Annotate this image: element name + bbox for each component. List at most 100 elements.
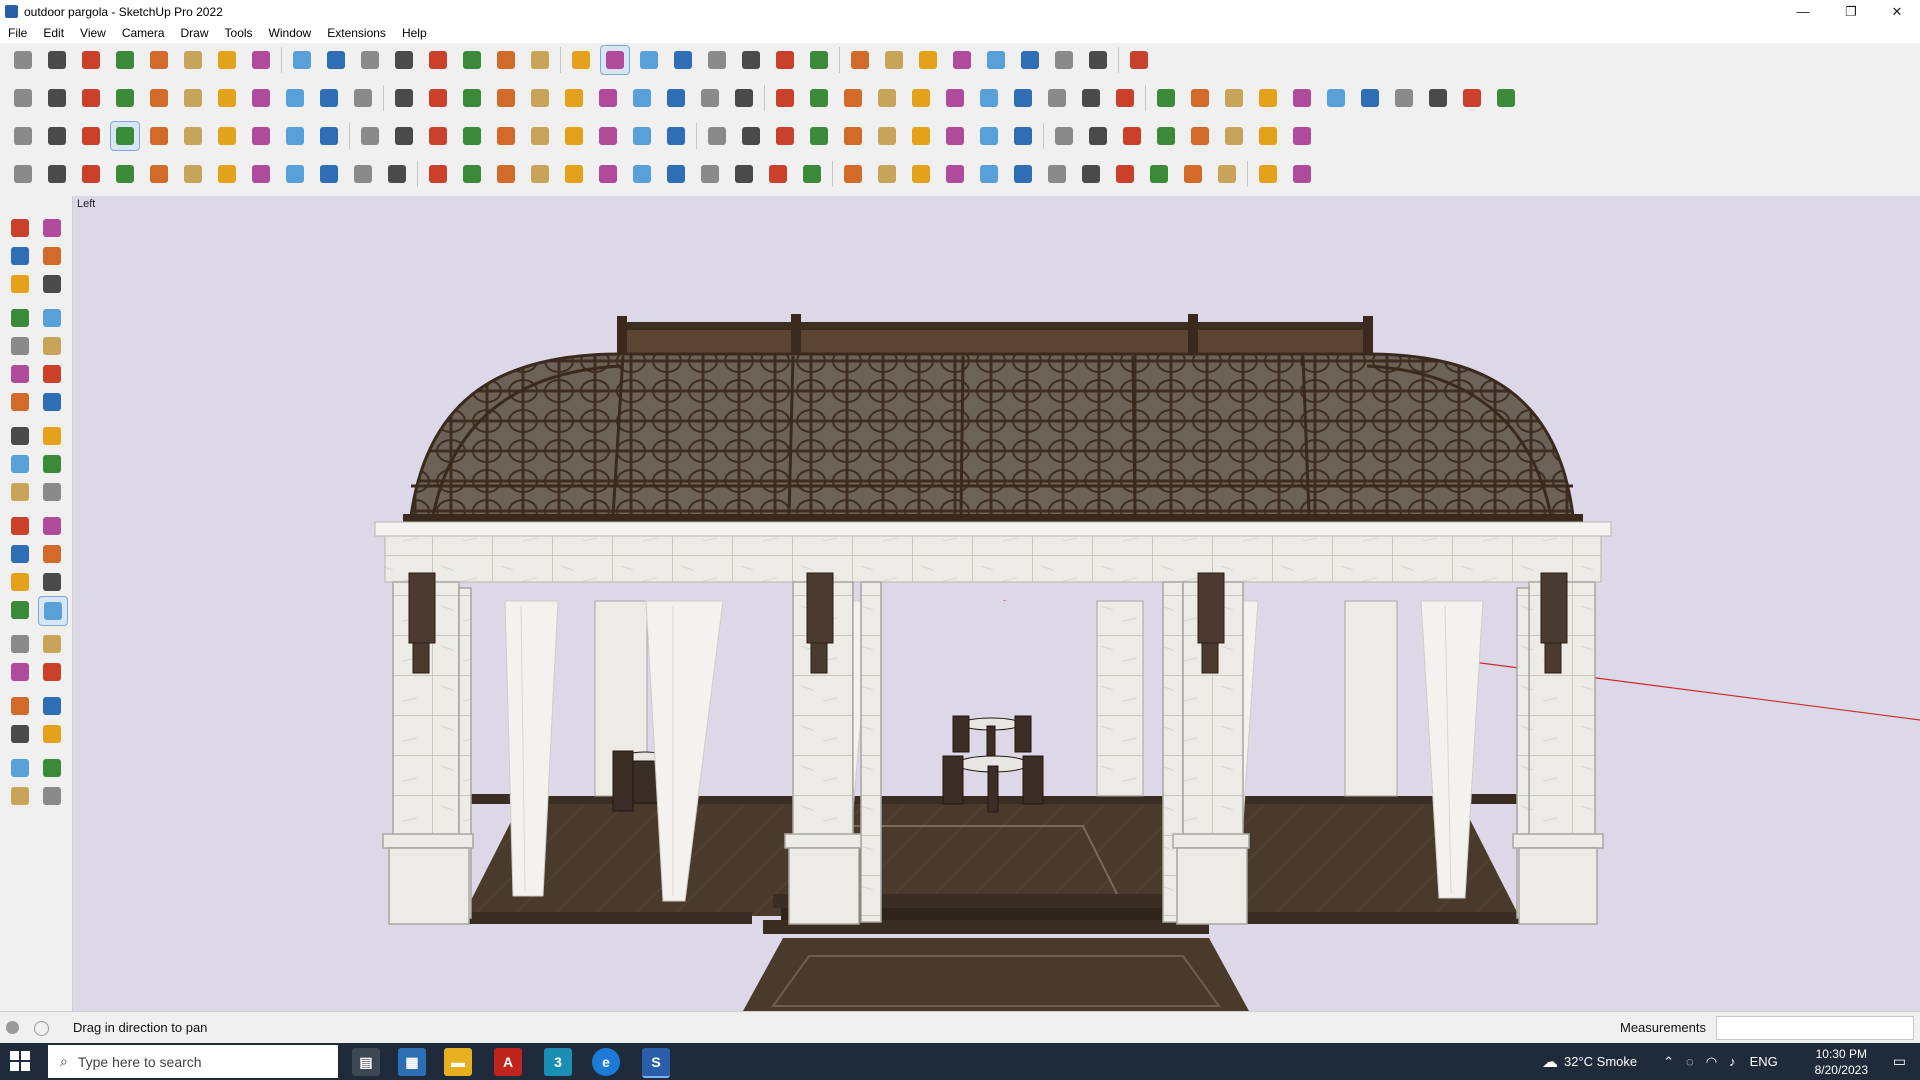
row1-tool-button-icon[interactable] — [355, 45, 385, 75]
row4-tool-button-icon[interactable] — [348, 159, 378, 189]
row4-tool-button-icon[interactable] — [940, 159, 970, 189]
geo-location-icon[interactable] — [6, 1021, 19, 1034]
left-tool-button-icon[interactable] — [6, 512, 34, 540]
row3-tool-button-icon[interactable] — [1253, 121, 1283, 151]
row3-tool-button-icon[interactable] — [974, 121, 1004, 151]
row4-tool-button-icon[interactable] — [423, 159, 453, 189]
row3-tool-button-icon[interactable] — [1151, 121, 1181, 151]
row1-tool-button-icon[interactable] — [566, 45, 596, 75]
row2-tool-button-icon[interactable] — [559, 83, 589, 113]
task-view-icon[interactable]: ▤ — [352, 1048, 380, 1076]
row4-tool-button-icon[interactable] — [661, 159, 691, 189]
row2-tool-button-icon[interactable] — [1321, 83, 1351, 113]
row4-tool-button-icon[interactable] — [838, 159, 868, 189]
row1-tool-button-icon[interactable] — [287, 45, 317, 75]
tray-chevron-icon[interactable]: ⌃ — [1663, 1054, 1674, 1070]
row2-tool-button-icon[interactable] — [1423, 83, 1453, 113]
windows-start-icon[interactable] — [10, 1051, 30, 1071]
row3-tool-button-icon[interactable] — [110, 121, 140, 151]
left-tool-button-icon[interactable] — [6, 388, 34, 416]
left-tool-button-icon[interactable] — [6, 782, 34, 810]
row1-tool-button-icon[interactable] — [634, 45, 664, 75]
left-tool-button-icon[interactable] — [38, 754, 66, 782]
row1-tool-button-icon[interactable] — [457, 45, 487, 75]
row3-tool-button-icon[interactable] — [314, 121, 344, 151]
clock[interactable]: 10:30 PM 8/20/2023 — [1815, 1046, 1868, 1078]
row1-tool-button-icon[interactable] — [76, 45, 106, 75]
row1-tool-button-icon[interactable] — [42, 45, 72, 75]
row3-tool-button-icon[interactable] — [355, 121, 385, 151]
row2-tool-button-icon[interactable] — [525, 83, 555, 113]
scene-tab-label[interactable]: Left — [77, 198, 95, 210]
row2-tool-button-icon[interactable] — [906, 83, 936, 113]
row2-tool-button-icon[interactable] — [8, 83, 38, 113]
row4-tool-button-icon[interactable] — [491, 159, 521, 189]
file-explorer-icon[interactable]: ▬ — [444, 1048, 472, 1076]
row1-tool-button-icon[interactable] — [1049, 45, 1079, 75]
left-tool-button-icon[interactable] — [38, 270, 66, 298]
row2-tool-button-icon[interactable] — [144, 83, 174, 113]
left-tool-button-icon[interactable] — [38, 304, 66, 332]
3ds-max-icon[interactable]: 3 — [544, 1048, 572, 1076]
row1-tool-button-icon[interactable] — [804, 45, 834, 75]
row2-tool-button-icon[interactable] — [695, 83, 725, 113]
left-tool-button-icon[interactable] — [6, 450, 34, 478]
row4-tool-button-icon[interactable] — [1144, 159, 1174, 189]
measurements-input[interactable] — [1716, 1016, 1914, 1040]
row2-tool-button-icon[interactable] — [389, 83, 419, 113]
maximize-button[interactable]: ❐ — [1828, 0, 1874, 23]
left-tool-button-icon[interactable] — [6, 720, 34, 748]
row2-tool-button-icon[interactable] — [110, 83, 140, 113]
row2-tool-button-icon[interactable] — [246, 83, 276, 113]
left-tool-button-icon[interactable] — [6, 332, 34, 360]
pan-tool-icon[interactable] — [38, 596, 68, 626]
left-tool-button-icon[interactable] — [6, 304, 34, 332]
row2-tool-button-icon[interactable] — [76, 83, 106, 113]
sketchup-taskbar-icon[interactable]: S — [642, 1048, 670, 1078]
row1-tool-button-icon[interactable] — [246, 45, 276, 75]
left-tool-button-icon[interactable] — [38, 720, 66, 748]
row4-tool-button-icon[interactable] — [1212, 159, 1242, 189]
row3-tool-button-icon[interactable] — [178, 121, 208, 151]
row3-tool-button-icon[interactable] — [559, 121, 589, 151]
row3-tool-button-icon[interactable] — [457, 121, 487, 151]
minimize-button[interactable]: — — [1780, 0, 1826, 23]
row2-tool-button-icon[interactable] — [1219, 83, 1249, 113]
menu-edit[interactable]: Edit — [35, 26, 72, 40]
row3-tool-button-icon[interactable] — [8, 121, 38, 151]
acrobat-icon[interactable]: A — [494, 1048, 522, 1076]
row3-tool-button-icon[interactable] — [144, 121, 174, 151]
row2-tool-button-icon[interactable] — [804, 83, 834, 113]
row1-tool-button-icon[interactable] — [525, 45, 555, 75]
edge-browser-icon[interactable]: e — [592, 1048, 620, 1076]
row3-tool-button-icon[interactable] — [525, 121, 555, 151]
left-tool-button-icon[interactable] — [6, 568, 34, 596]
row4-tool-button-icon[interactable] — [729, 159, 759, 189]
left-tool-button-icon[interactable] — [38, 450, 66, 478]
row3-tool-button-icon[interactable] — [593, 121, 623, 151]
left-tool-button-icon[interactable] — [38, 568, 66, 596]
row3-tool-button-icon[interactable] — [1287, 121, 1317, 151]
row3-tool-button-icon[interactable] — [702, 121, 732, 151]
row3-tool-button-icon[interactable] — [838, 121, 868, 151]
row1-tool-button-icon[interactable] — [423, 45, 453, 75]
row2-tool-button-icon[interactable] — [1076, 83, 1106, 113]
row2-tool-button-icon[interactable] — [457, 83, 487, 113]
row3-tool-button-icon[interactable] — [246, 121, 276, 151]
row3-tool-button-icon[interactable] — [906, 121, 936, 151]
row4-tool-button-icon[interactable] — [797, 159, 827, 189]
left-tool-button-icon[interactable] — [38, 658, 66, 686]
left-tool-button-icon[interactable] — [6, 692, 34, 720]
row4-tool-button-icon[interactable] — [178, 159, 208, 189]
row4-tool-button-icon[interactable] — [872, 159, 902, 189]
row3-tool-button-icon[interactable] — [1117, 121, 1147, 151]
row4-tool-button-icon[interactable] — [1076, 159, 1106, 189]
left-tool-button-icon[interactable] — [6, 596, 34, 624]
left-tool-button-icon[interactable] — [6, 630, 34, 658]
row3-tool-button-icon[interactable] — [770, 121, 800, 151]
left-tool-button-icon[interactable] — [6, 360, 34, 388]
row4-tool-button-icon[interactable] — [525, 159, 555, 189]
row4-tool-button-icon[interactable] — [457, 159, 487, 189]
row3-tool-button-icon[interactable] — [1049, 121, 1079, 151]
row1-tool-button-icon[interactable] — [845, 45, 875, 75]
